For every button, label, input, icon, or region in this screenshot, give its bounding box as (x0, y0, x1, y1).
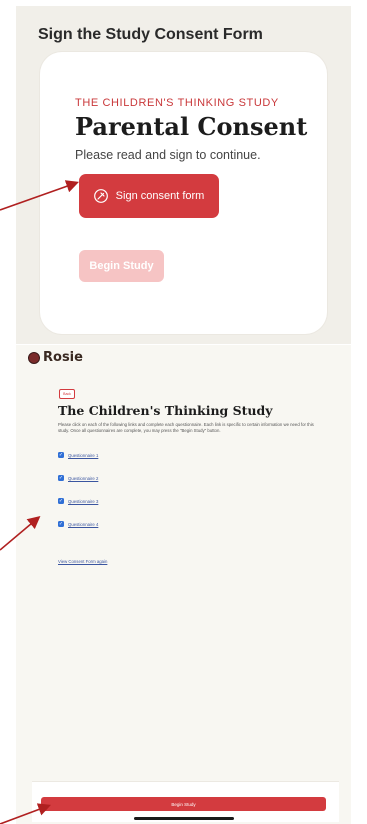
annotation-arrows (0, 180, 80, 824)
arrow-to-questionnaires (0, 515, 41, 551)
arrow-to-sign-button (0, 180, 80, 211)
arrow-to-begin-study (0, 803, 51, 824)
